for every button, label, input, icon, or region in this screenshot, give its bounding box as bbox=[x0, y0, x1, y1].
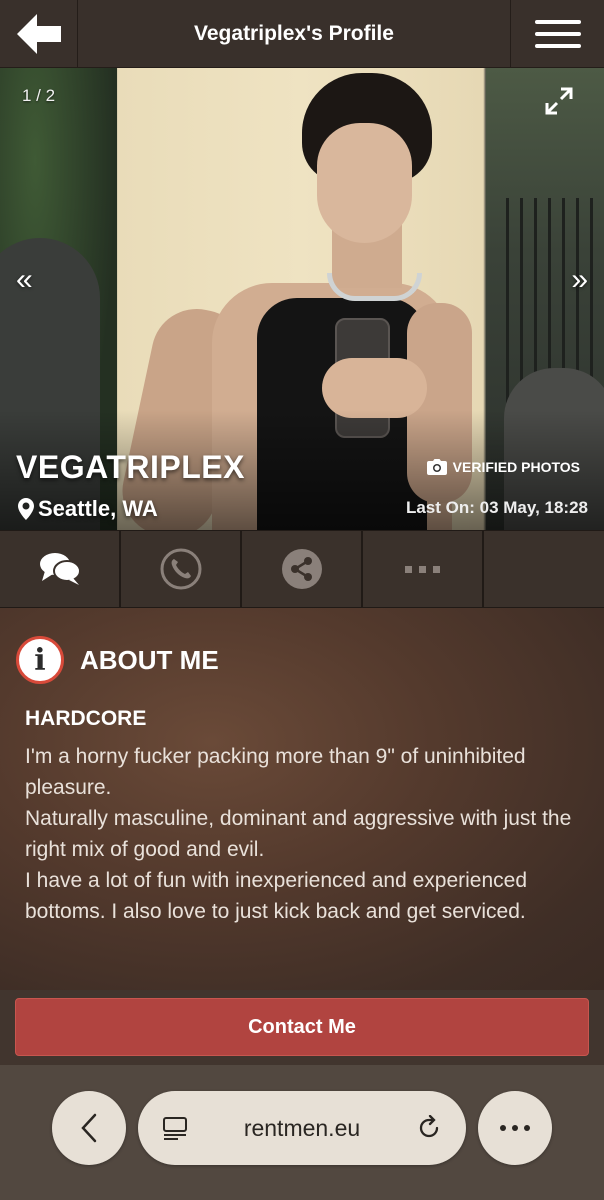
photo-counter: 1 / 2 bbox=[22, 86, 56, 105]
about-body: I'm a horny fucker packing more than 9" … bbox=[25, 745, 572, 923]
about-title: ABOUT ME bbox=[80, 644, 219, 675]
page-title: Vegatriplex's Profile bbox=[194, 22, 394, 45]
about-header: i ABOUT ME bbox=[16, 636, 219, 684]
about-subtitle: HARDCORE bbox=[25, 707, 147, 730]
expand-icon bbox=[545, 87, 573, 115]
camera-icon bbox=[426, 459, 447, 475]
browser-more-button[interactable] bbox=[478, 1091, 552, 1165]
verified-photos-badge: VERIFIED PHOTOS bbox=[426, 459, 580, 475]
contact-me-button[interactable]: Contact Me bbox=[15, 998, 589, 1056]
share-icon bbox=[281, 549, 322, 589]
address-bar[interactable]: rentmen.eu bbox=[138, 1091, 466, 1165]
reload-icon[interactable] bbox=[416, 1115, 442, 1141]
chevron-left-icon bbox=[81, 1113, 97, 1143]
photo-prev-button[interactable]: « bbox=[16, 263, 33, 297]
last-online: Last On: 03 May, 18:28 bbox=[405, 498, 588, 517]
hamburger-menu-icon bbox=[534, 20, 581, 48]
menu-button[interactable] bbox=[510, 0, 604, 68]
arrow-left-icon bbox=[16, 14, 61, 54]
chat-button[interactable] bbox=[0, 531, 121, 607]
profile-username: VEGATRIPLEX bbox=[16, 449, 245, 485]
phone-icon bbox=[160, 548, 201, 590]
expand-button[interactable] bbox=[544, 86, 574, 116]
photo-next-button[interactable]: » bbox=[571, 263, 588, 297]
chat-bubbles-icon bbox=[39, 553, 81, 585]
call-button[interactable] bbox=[121, 531, 242, 607]
info-icon: i bbox=[16, 636, 64, 684]
profile-photo-carousel[interactable]: 1 / 2 « » VEGATRIPLEX Seattle, WA VERIFI… bbox=[0, 68, 604, 530]
verified-label: VERIFIED PHOTOS bbox=[452, 459, 580, 475]
map-pin-icon bbox=[18, 498, 34, 520]
ellipsis-icon bbox=[500, 1125, 530, 1131]
more-dots-icon bbox=[404, 566, 440, 573]
share-button[interactable] bbox=[242, 531, 363, 607]
app-header: Vegatriplex's Profile bbox=[0, 0, 604, 68]
location-label: Seattle, WA bbox=[38, 496, 158, 521]
contact-bar: Contact Me bbox=[0, 990, 604, 1065]
browser-toolbar: rentmen.eu bbox=[0, 1065, 604, 1200]
back-button[interactable] bbox=[0, 0, 78, 68]
about-section: i ABOUT ME HARDCORE I'm a horny fucker p… bbox=[0, 608, 604, 990]
browser-back-button[interactable] bbox=[52, 1091, 126, 1165]
more-actions-button[interactable] bbox=[363, 531, 484, 607]
action-bar bbox=[0, 530, 604, 608]
profile-location: Seattle, WA bbox=[18, 496, 158, 522]
